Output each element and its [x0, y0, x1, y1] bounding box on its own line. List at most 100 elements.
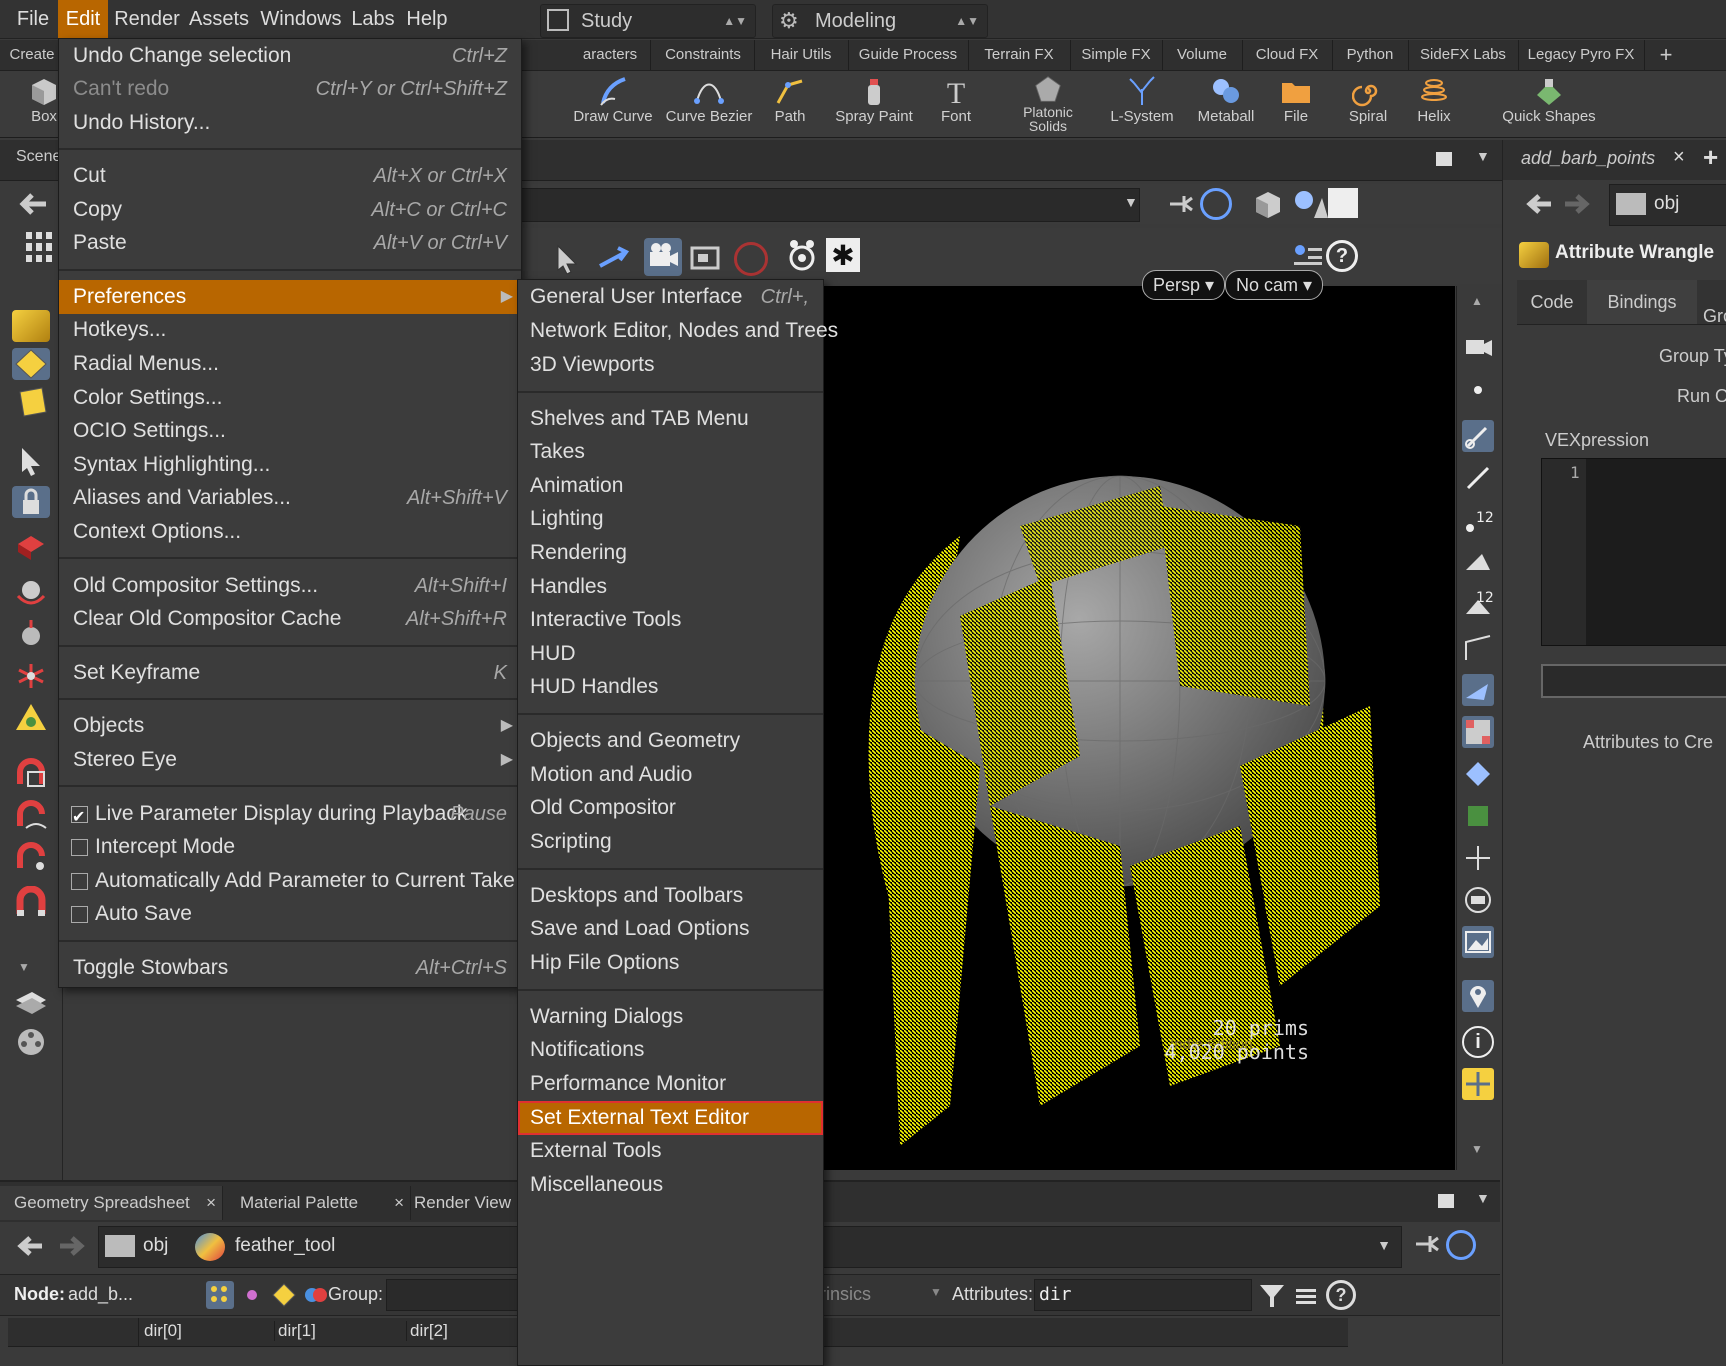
- close-icon[interactable]: ×: [206, 1186, 216, 1220]
- shelf-tab[interactable]: SideFX Labs: [1408, 40, 1519, 70]
- menu-item-3d-viewports[interactable]: 3D Viewports: [518, 348, 823, 382]
- intrinsics-selector[interactable]: rinsics: [820, 1284, 871, 1305]
- shelf-tab[interactable]: Cloud FX: [1242, 40, 1333, 70]
- menu-edit[interactable]: Edit: [58, 0, 108, 38]
- menu-item-desktops-toolbars[interactable]: Desktops and Toolbars: [518, 879, 823, 913]
- select-tool-icon[interactable]: [12, 446, 50, 478]
- help-icon[interactable]: ?: [1326, 240, 1358, 272]
- tab-material-palette[interactable]: Material Palette ×: [226, 1186, 411, 1220]
- menu-item-general-ui[interactable]: General User Interface Ctrl+,: [518, 280, 823, 314]
- link-icon[interactable]: [1446, 1230, 1476, 1260]
- chevron-down-icon[interactable]: ▼: [1476, 1190, 1490, 1206]
- tool-platonic-solids[interactable]: Platonic Solids: [1008, 71, 1088, 137]
- menu-item-intercept-mode[interactable]: Intercept Mode: [59, 830, 521, 864]
- layers-icon[interactable]: [12, 986, 50, 1018]
- grid-icon[interactable]: [26, 232, 56, 262]
- chevron-down-icon[interactable]: ▼: [1377, 1237, 1391, 1253]
- menu-item-cut[interactable]: Cut Alt+X or Ctrl+X: [59, 159, 521, 193]
- menu-item-performance-monitor[interactable]: Performance Monitor: [518, 1067, 823, 1101]
- magnet-icon[interactable]: [12, 758, 50, 790]
- menu-item-old-compositor[interactable]: Old Compositor: [518, 791, 823, 825]
- rotate-icon[interactable]: [12, 576, 50, 608]
- points-mode-icon[interactable]: [206, 1281, 234, 1309]
- point-numbers-icon[interactable]: 12: [1462, 504, 1494, 536]
- menu-render[interactable]: Render: [112, 0, 182, 38]
- menu-item-handles[interactable]: Handles: [518, 570, 823, 604]
- attributes-field[interactable]: dir: [1034, 1279, 1252, 1311]
- component-mode-icon[interactable]: [12, 386, 50, 418]
- film-reel-icon[interactable]: [12, 1026, 50, 1058]
- tool-quick-shapes[interactable]: Quick Shapes: [1494, 71, 1604, 137]
- shelf-tab[interactable]: Terrain FX: [968, 40, 1071, 70]
- path-segment[interactable]: obj: [143, 1235, 168, 1257]
- normals-icon[interactable]: [1462, 674, 1494, 706]
- add-shelf-tab-button[interactable]: +: [1646, 40, 1686, 70]
- menu-item-undo-history[interactable]: Undo History...: [59, 106, 521, 140]
- chevron-up-icon[interactable]: ▲: [1471, 294, 1483, 308]
- path-field[interactable]: [520, 188, 1140, 222]
- shelf-tab[interactable]: Volume: [1162, 40, 1243, 70]
- brush-icon[interactable]: [1462, 420, 1494, 452]
- move-arrow-icon[interactable]: [596, 242, 630, 276]
- checkbox[interactable]: [71, 906, 88, 923]
- pose-icon[interactable]: [12, 660, 50, 692]
- menu-item-scripting[interactable]: Scripting: [518, 825, 823, 859]
- menu-item-toggle-stowbars[interactable]: Toggle Stowbars Alt+Ctrl+S: [59, 951, 521, 985]
- curve-icon[interactable]: [1462, 632, 1494, 664]
- checkbox[interactable]: [71, 873, 88, 890]
- texture-icon[interactable]: [1462, 716, 1494, 748]
- user-list-icon[interactable]: [1290, 240, 1324, 274]
- settings-icon[interactable]: ✱: [826, 238, 860, 272]
- add-tab-icon[interactable]: +: [1703, 142, 1718, 173]
- menu-item-copy[interactable]: Copy Alt+C or Ctrl+C: [59, 193, 521, 227]
- tool-curve-bezier[interactable]: Curve Bezier: [660, 71, 758, 137]
- menu-item-external-tools[interactable]: External Tools: [518, 1134, 823, 1168]
- info-icon[interactable]: i: [1462, 1026, 1494, 1058]
- menu-item-hud-handles[interactable]: HUD Handles: [518, 670, 823, 704]
- shelf-tab[interactable]: Legacy Pyro FX: [1518, 40, 1645, 70]
- snap-magnet-icon[interactable]: [12, 885, 50, 918]
- forward-arrow-icon[interactable]: [54, 1228, 90, 1264]
- menu-item-set-keyframe[interactable]: Set Keyframe K: [59, 656, 521, 690]
- location-pin-icon[interactable]: [1462, 980, 1494, 1012]
- stop-icon[interactable]: [734, 242, 768, 276]
- back-arrow-icon[interactable]: [1519, 186, 1559, 222]
- menu-help[interactable]: Help: [400, 0, 454, 38]
- menu-item-miscellaneous[interactable]: Miscellaneous: [518, 1168, 823, 1202]
- pin-icon[interactable]: [1412, 1228, 1442, 1260]
- group-field[interactable]: [386, 1279, 528, 1311]
- chevron-down-icon[interactable]: ▼: [1471, 1142, 1483, 1156]
- menu-item-undo[interactable]: Undo Change selection Ctrl+Z: [59, 39, 521, 73]
- column-header[interactable]: dir[1]: [274, 1321, 407, 1341]
- menu-item-clear-compositor-cache[interactable]: Clear Old Compositor Cache Alt+Shift+R: [59, 602, 521, 636]
- display-option-icon[interactable]: [1328, 188, 1358, 218]
- menu-item-warning-dialogs[interactable]: Warning Dialogs: [518, 1000, 823, 1034]
- back-arrow-icon[interactable]: [10, 184, 58, 224]
- menu-item-set-external-text-editor[interactable]: Set External Text Editor: [518, 1101, 823, 1135]
- menu-item-hotkeys[interactable]: Hotkeys...: [59, 313, 521, 347]
- detail-mode-icon[interactable]: [302, 1281, 330, 1309]
- scale-tool-icon[interactable]: [12, 702, 50, 734]
- shelf-tab[interactable]: aracters: [570, 40, 651, 70]
- tool-draw-curve[interactable]: Draw Curve: [568, 71, 658, 137]
- checkbox-checked[interactable]: [71, 801, 88, 835]
- chevron-down-icon[interactable]: ▼: [930, 1285, 942, 1299]
- vertex-mode-icon[interactable]: [238, 1281, 266, 1309]
- tab-scene-view[interactable]: Scene: [16, 148, 61, 166]
- snapshot-icon[interactable]: [688, 242, 722, 276]
- prim-mode-icon[interactable]: [270, 1281, 298, 1309]
- menu-windows[interactable]: Windows: [256, 0, 346, 38]
- tab-bindings[interactable]: Bindings: [1587, 280, 1697, 324]
- maximize-icon[interactable]: [1438, 1194, 1454, 1208]
- transform-icon[interactable]: [12, 532, 50, 564]
- menu-file[interactable]: File: [8, 0, 58, 38]
- lock-icon[interactable]: [12, 486, 50, 518]
- menu-item-save-load-options[interactable]: Save and Load Options: [518, 912, 823, 946]
- menu-item-old-compositor-settings[interactable]: Old Compositor Settings... Alt+Shift+I: [59, 569, 521, 603]
- tab-code[interactable]: Code: [1517, 280, 1588, 324]
- tab-add-barb-points[interactable]: add_barb_points: [1521, 148, 1655, 169]
- shapes-icon[interactable]: [1292, 188, 1328, 220]
- menu-item-preferences[interactable]: Preferences ▶: [59, 280, 521, 314]
- background-icon[interactable]: [1462, 884, 1494, 916]
- diamond-icon[interactable]: [1462, 758, 1494, 790]
